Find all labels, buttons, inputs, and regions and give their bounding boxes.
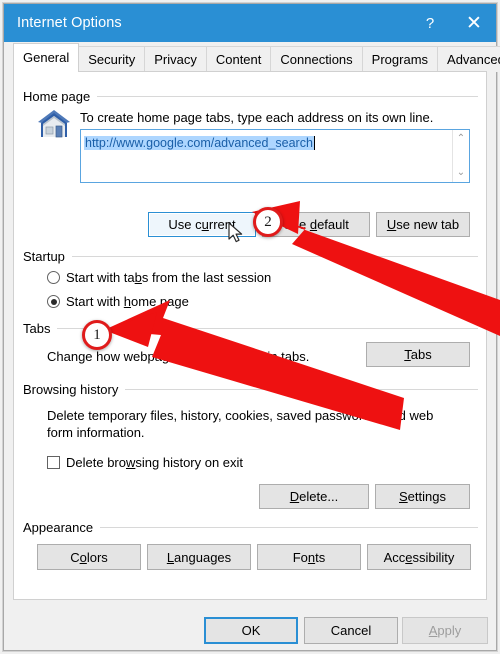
appearance-group-label: Appearance bbox=[23, 520, 94, 535]
home-page-url-value[interactable]: http://www.google.com/advanced_search bbox=[84, 136, 315, 150]
radio-button-selected-icon[interactable] bbox=[47, 295, 60, 308]
fonts-button-label: Fonts bbox=[292, 549, 326, 565]
browsing-history-group: Browsing history bbox=[23, 382, 478, 397]
fonts-button[interactable]: Fonts bbox=[257, 544, 361, 570]
delete-button-label: Delete... bbox=[289, 489, 339, 504]
radio-button-icon[interactable] bbox=[47, 271, 60, 284]
cancel-button[interactable]: Cancel bbox=[304, 617, 398, 644]
delete-browsing-history-checkbox-label: Delete browsing history on exit bbox=[66, 455, 244, 470]
tab-programs[interactable]: Programs bbox=[361, 46, 439, 72]
radio-start-with-tabs[interactable]: Start with tabs from the last session bbox=[47, 270, 271, 285]
radio-start-with-home-page[interactable]: Start with home page bbox=[47, 294, 189, 309]
colors-button[interactable]: Colors bbox=[37, 544, 141, 570]
colors-button-label: Colors bbox=[70, 549, 108, 565]
home-page-icon bbox=[36, 107, 72, 141]
home-page-url-scrollbar[interactable]: ⌃ ⌄ bbox=[452, 130, 469, 182]
tab-connections[interactable]: Connections bbox=[270, 46, 363, 72]
tab-content[interactable]: Content bbox=[205, 46, 272, 72]
accessibility-button[interactable]: Accessibility bbox=[367, 544, 471, 570]
home-page-group-label: Home page bbox=[23, 89, 91, 104]
tab-general[interactable]: General bbox=[13, 43, 80, 72]
delete-browsing-history-checkbox-row[interactable]: Delete browsing history on exit bbox=[47, 455, 243, 470]
delete-button[interactable]: Delete... bbox=[259, 484, 369, 509]
group-divider-line bbox=[125, 389, 478, 390]
settings-button-label: Settings bbox=[399, 489, 446, 504]
tab-privacy[interactable]: Privacy bbox=[144, 46, 207, 72]
use-current-button-label: Use current bbox=[168, 217, 236, 232]
browsing-history-group-label: Browsing history bbox=[23, 382, 119, 397]
scroll-down-icon[interactable]: ⌄ bbox=[457, 168, 465, 178]
tabs-description: Change how webpages are displayed in tab… bbox=[47, 349, 310, 364]
callout-badge-1: 1 bbox=[82, 320, 112, 350]
browsing-history-description-line1: Delete temporary files, history, cookies… bbox=[47, 408, 434, 423]
group-divider-line bbox=[71, 256, 478, 257]
startup-group: Startup bbox=[23, 249, 478, 264]
home-page-description: To create home page tabs, type each addr… bbox=[80, 110, 434, 125]
radio-start-with-tabs-label: Start with tabs from the last session bbox=[66, 270, 272, 285]
use-new-tab-button-label: Use new tab bbox=[386, 217, 460, 232]
close-icon[interactable]: ✕ bbox=[452, 4, 496, 42]
tabs-button-label: Tabs bbox=[404, 347, 432, 362]
settings-button[interactable]: Settings bbox=[375, 484, 470, 509]
appearance-group: Appearance bbox=[23, 520, 478, 535]
use-current-button[interactable]: Use current bbox=[148, 212, 256, 237]
apply-button: Apply bbox=[402, 617, 488, 644]
tab-strip: General Security Privacy Content Connect… bbox=[4, 42, 500, 72]
home-page-url-text-area[interactable]: http://www.google.com/advanced_search bbox=[81, 130, 452, 182]
callout-badge-2: 2 bbox=[253, 207, 283, 237]
home-page-url-input[interactable]: http://www.google.com/advanced_search ⌃ … bbox=[80, 129, 470, 183]
home-page-group: Home page bbox=[23, 89, 478, 104]
tab-advanced[interactable]: Advanced bbox=[437, 46, 500, 72]
languages-button[interactable]: Languages bbox=[147, 544, 251, 570]
tabs-button[interactable]: Tabs bbox=[366, 342, 470, 367]
title-bar: Internet Options ? ✕ bbox=[4, 4, 496, 42]
use-new-tab-button[interactable]: Use new tab bbox=[376, 212, 470, 237]
startup-group-header: Startup bbox=[23, 249, 478, 264]
help-icon[interactable]: ? bbox=[408, 4, 452, 42]
apply-button-label: Apply bbox=[428, 623, 462, 638]
tabs-group-label: Tabs bbox=[23, 321, 51, 336]
internet-options-dialog-screenshot: Internet Options ? ✕ General Security Pr… bbox=[0, 0, 500, 654]
checkbox-icon[interactable] bbox=[47, 456, 60, 469]
tab-security[interactable]: Security bbox=[78, 46, 146, 72]
group-divider-line bbox=[100, 527, 478, 528]
ok-button[interactable]: OK bbox=[204, 617, 298, 644]
group-divider-line bbox=[57, 328, 478, 329]
radio-start-with-home-page-label: Start with home page bbox=[66, 294, 189, 309]
group-divider-line bbox=[97, 96, 478, 97]
use-default-button-label: Use default bbox=[283, 217, 349, 232]
home-page-group-header: Home page bbox=[23, 89, 478, 104]
browsing-history-description-line2: form information. bbox=[47, 425, 145, 440]
languages-button-label: Languages bbox=[166, 549, 232, 565]
appearance-group-header: Appearance bbox=[23, 520, 478, 535]
browsing-history-group-header: Browsing history bbox=[23, 382, 478, 397]
accessibility-button-label: Accessibility bbox=[383, 549, 455, 565]
dialog-window: Internet Options ? ✕ General Security Pr… bbox=[3, 3, 500, 651]
window-title: Internet Options bbox=[17, 15, 122, 31]
scroll-up-icon[interactable]: ⌃ bbox=[457, 134, 465, 144]
startup-group-label: Startup bbox=[23, 249, 65, 264]
